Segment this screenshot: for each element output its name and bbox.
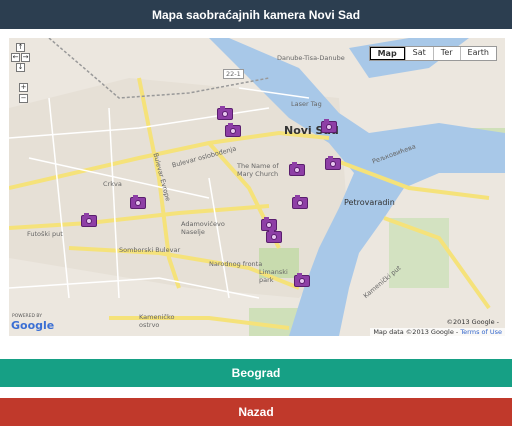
adamovicevo-label: Adamovićevo Naselje [181,220,225,236]
camera-marker[interactable] [217,106,233,120]
laser-tag-label: Laser Tag [291,100,322,108]
camera-marker[interactable] [325,156,341,170]
camera-marker[interactable] [321,119,337,133]
camera-map[interactable]: ↑ ← → ↓ + − Map Sat Ter Earth Novi Sad P… [9,38,505,336]
camera-marker[interactable] [225,123,241,137]
google-logo[interactable]: Google [11,319,54,332]
pan-up-control[interactable]: ↑ [16,43,25,52]
narodnog-fronta-label: Narodnog fronta [209,260,263,268]
zoom-out-button[interactable]: − [19,94,28,103]
map-type-earth[interactable]: Earth [459,47,496,60]
map-type-map[interactable]: Map [369,47,405,60]
map-type-sat[interactable]: Sat [404,47,433,60]
route-shield: 22-1 [223,69,244,79]
pan-left-control[interactable]: ← [11,53,20,62]
nazad-button[interactable]: Nazad [0,398,512,426]
scale-info: ©2013 Google - [446,318,499,326]
terms-of-use-link[interactable]: Terms of Use [460,328,502,336]
crkva-label: Crkva [103,180,122,188]
church-label: The Name of Mary Church [237,162,279,178]
title-bar: Mapa saobraćajnih kamera Novi Sad [0,0,512,29]
futoski-put-label: Futoški put [27,230,63,238]
kamenicko-ostrvo-label: Kameničko ostrvo [139,313,175,329]
somborski-label: Somborski Bulevar [119,246,181,254]
camera-marker[interactable] [292,195,308,209]
pan-down-control[interactable]: ↓ [16,63,25,72]
pan-right-control[interactable]: → [21,53,30,62]
zoom-in-button[interactable]: + [19,83,28,92]
map-type-ter[interactable]: Ter [432,47,460,60]
camera-marker[interactable] [81,213,97,227]
page-title: Mapa saobraćajnih kamera Novi Sad [151,7,361,22]
map-base [9,38,505,336]
camera-marker[interactable] [130,195,146,209]
limanski-park-label: Limanski park [259,268,288,284]
camera-marker[interactable] [266,229,282,243]
map-type-switch: Map Sat Ter Earth [368,46,497,61]
beograd-button[interactable]: Beograd [0,359,512,387]
attribution-text: Map data ©2013 Google - [373,328,461,336]
map-attribution: Map data ©2013 Google - Terms of Use [370,328,505,336]
petrovaradin-label: Petrovaradin [344,198,395,207]
camera-marker[interactable] [289,162,305,176]
camera-marker[interactable] [294,273,310,287]
danube-canal-label: Danube-Tisa-Danube [277,54,345,62]
